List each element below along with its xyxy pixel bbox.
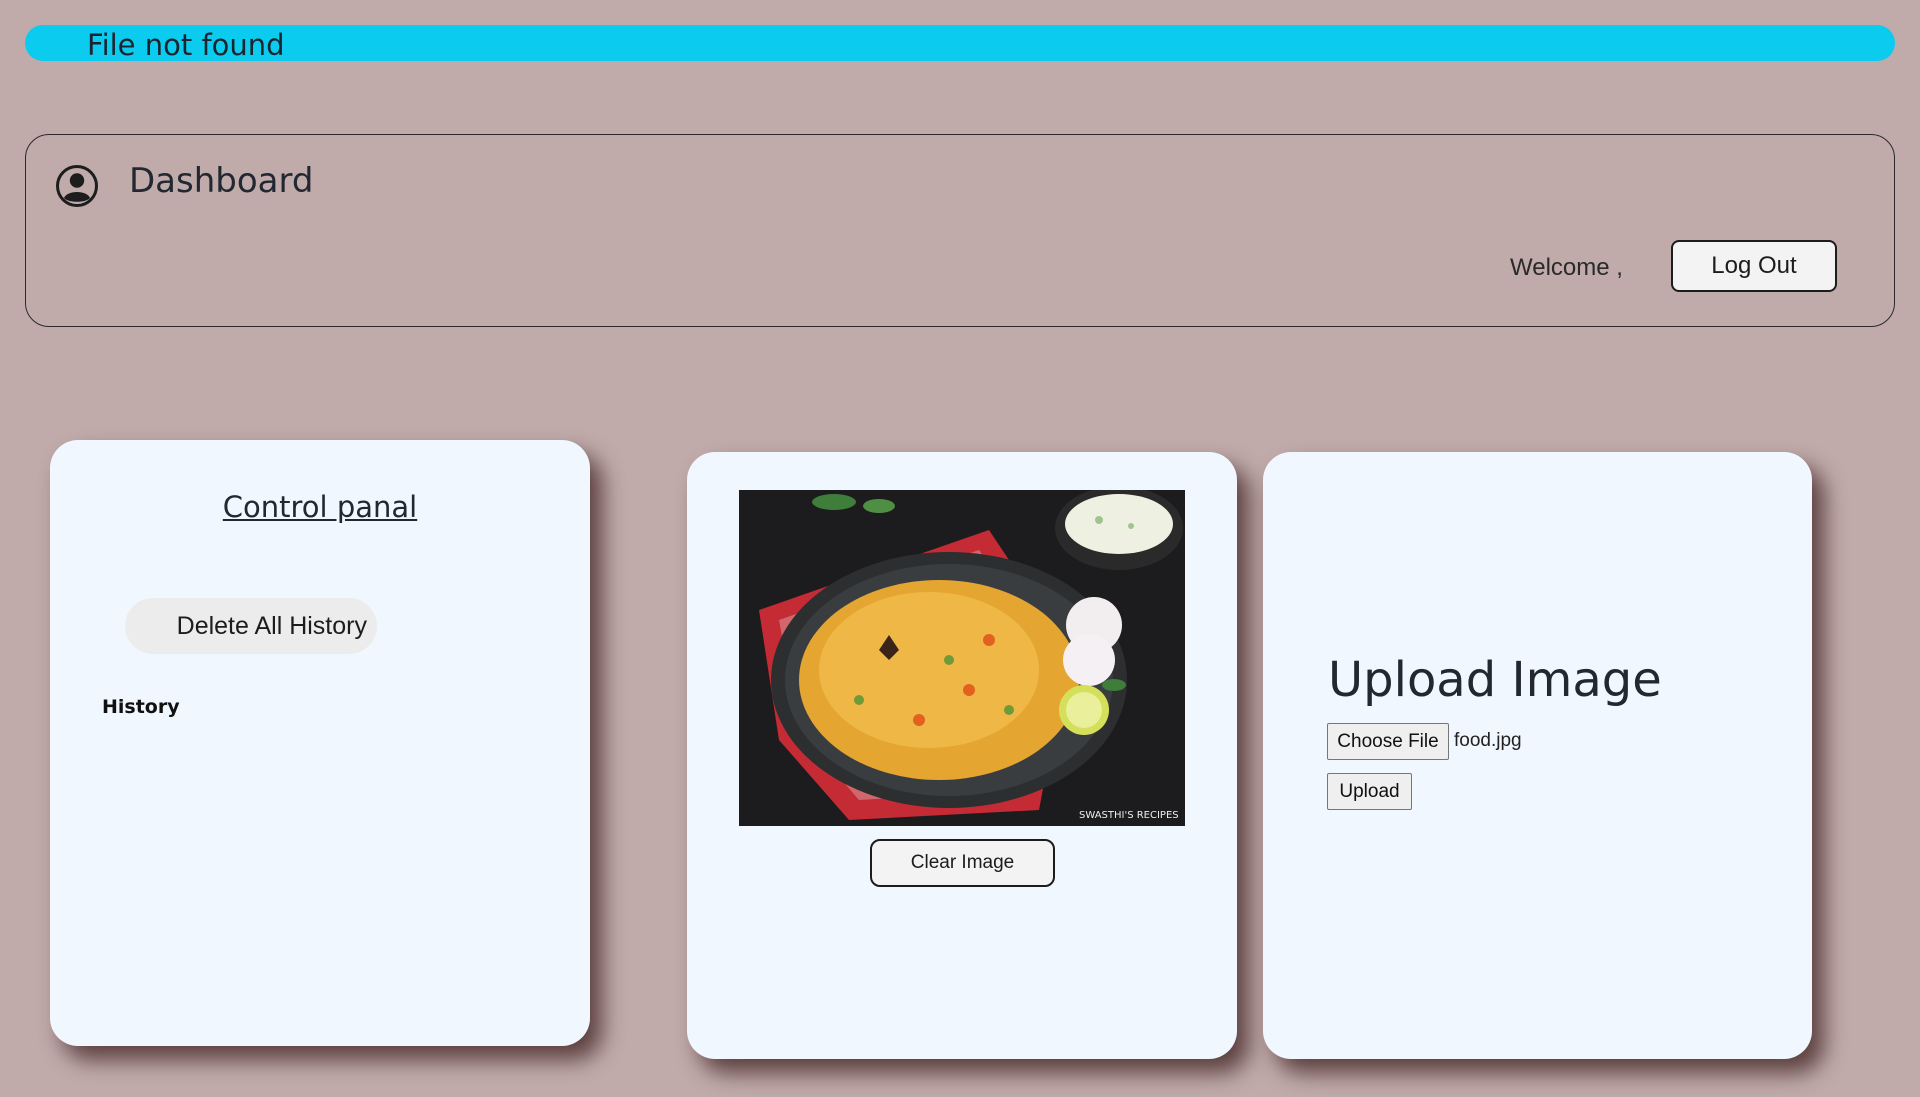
choose-file-button[interactable]: Choose File [1327, 723, 1449, 760]
upload-title: Upload Image [1328, 652, 1662, 708]
food-image: SWASTHI'S RECIPES [739, 490, 1185, 826]
upload-button[interactable]: Upload [1327, 773, 1412, 810]
delete-all-history-button[interactable]: Delete All History [125, 598, 377, 654]
image-watermark: SWASTHI'S RECIPES [1079, 810, 1179, 821]
page-title: Dashboard [129, 161, 314, 201]
user-circle-icon [56, 165, 98, 207]
control-panel-title: Control panal [222, 490, 418, 524]
history-label: History [102, 696, 180, 718]
food-photo: SWASTHI'S RECIPES [739, 490, 1185, 826]
dashboard-header: Dashboard Welcome , Log Out [25, 134, 1895, 327]
control-panel-card: Control panal Delete All History History [50, 440, 590, 1046]
selected-file-name: food.jpg [1454, 730, 1522, 751]
clear-image-button[interactable]: Clear Image [870, 839, 1055, 887]
upload-card: Upload Image Choose File food.jpg Upload [1263, 452, 1812, 1059]
logout-button[interactable]: Log Out [1671, 240, 1837, 292]
welcome-text: Welcome , [1510, 254, 1623, 281]
image-preview-card: SWASTHI'S RECIPES Clear Image [687, 452, 1237, 1059]
alert-message: File not found [87, 28, 285, 62]
alert-bar: File not found [25, 25, 1895, 62]
